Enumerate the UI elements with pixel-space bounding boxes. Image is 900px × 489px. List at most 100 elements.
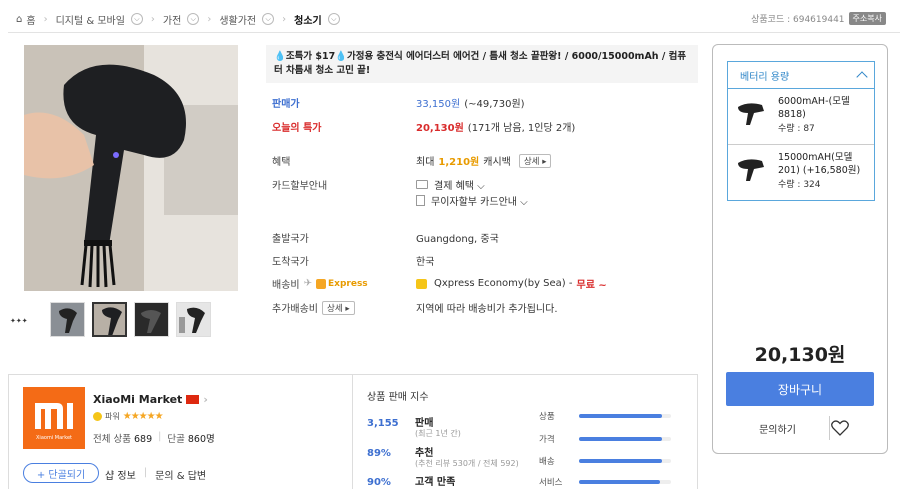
total-price: 20,130원	[754, 344, 846, 366]
qxpress-icon	[416, 278, 427, 289]
thumbnail-image[interactable]	[134, 302, 169, 337]
express-icon	[316, 278, 326, 289]
benefit: 최대 1,210원 캐시백 상세 ▸	[416, 153, 552, 168]
rating-stars-icon: ★★★★★	[122, 411, 164, 422]
thumbnail-logo[interactable]: ✦✦✦	[8, 302, 43, 337]
breadcrumb-home[interactable]: 홈	[26, 12, 35, 27]
breadcrumb-digital[interactable]: 디지털 & 모바일	[56, 12, 125, 27]
seller-grade: 파워 ★★★★★	[93, 411, 164, 422]
home-icon[interactable]: ⌂	[16, 14, 22, 25]
heart-icon[interactable]	[830, 416, 850, 440]
seller-links: 샵 정보 | 문의 & 답변	[105, 467, 206, 482]
sale-price-label: 판매가	[272, 99, 300, 110]
extra-shipping-detail-button[interactable]: 상세 ▸	[322, 300, 355, 315]
chevron-down-icon[interactable]: ⌵	[262, 13, 275, 25]
seller-logo-text: Xiaomi Market	[36, 435, 72, 441]
seller-name-row[interactable]: XiaoMi Market ›	[93, 393, 208, 406]
cashback-amount: 1,210원	[438, 157, 480, 168]
shipping-label: 배송비	[272, 280, 300, 291]
card-icon	[416, 180, 428, 189]
seller-stats: 전체 상품 689 | 단골 860명	[93, 431, 215, 445]
divider: |	[158, 431, 162, 442]
sale-price: 33,150원 (~49,730원)	[416, 95, 525, 110]
chevron-down-icon[interactable]: ⌵	[187, 13, 200, 25]
rating-bar-fill	[579, 480, 660, 484]
benefit-prefix: 최대	[416, 157, 435, 168]
rating-bar-3: 서비스	[539, 476, 671, 488]
destination-label: 도착국가	[272, 257, 309, 268]
total-products: 전체 상품 689	[93, 431, 152, 445]
regular-customers: 단골 860명	[167, 431, 214, 445]
breadcrumb-living[interactable]: 생활가전	[219, 12, 256, 27]
shipping-free: 무료 ~	[576, 280, 607, 291]
rating-bar-label: 서비스	[539, 478, 563, 488]
chevron-right-icon[interactable]: ›	[203, 393, 208, 406]
sale-price-alt: (~49,730원)	[464, 99, 525, 110]
rating-bar-2: 배송	[539, 455, 671, 467]
breadcrumb-appliance[interactable]: 가전	[163, 12, 181, 27]
divider: |	[143, 467, 148, 478]
product-option-image	[738, 103, 764, 125]
installment-card-text[interactable]: 무이자할부 카드안내 ⌵	[431, 193, 528, 208]
product-code-label: 상품코드 : 694619441	[751, 15, 845, 25]
recommend-sub: (추천 리뷰 530개 / 전체 592)	[415, 459, 519, 468]
recommend-index-row: 89% 추천 (추천 리뷰 530개 / 전체 592)	[367, 444, 519, 468]
benefit-detail-button[interactable]: 상세 ▸	[518, 153, 552, 168]
option-select-header[interactable]: 베터리 용량	[727, 61, 875, 89]
payment-benefit-text[interactable]: 결제 혜택 ⌵	[434, 177, 485, 192]
rating-bar-fill	[579, 437, 662, 441]
payment-benefit-link[interactable]: 결제 혜택 ⌵	[416, 177, 485, 192]
seller-name[interactable]: XiaoMi Market	[93, 393, 182, 406]
sale-price-value: 33,150원	[416, 99, 461, 110]
installment-card-link[interactable]: 무이자할부 카드안내 ⌵	[416, 193, 528, 208]
rating-bar-label: 배송	[539, 457, 555, 467]
copy-address-button[interactable]: 주소복사	[848, 12, 886, 25]
seller-box: Xiaomi Market XiaoMi Market › 파워 ★★★★★ 전…	[8, 374, 698, 489]
card-installment-label: 카드할부안내	[272, 181, 328, 192]
satisfaction-label: 고객 만족	[415, 477, 456, 488]
sales-count: 3,155	[367, 418, 399, 429]
inquiry-button[interactable]: 문의하기	[726, 416, 830, 440]
product-title: 💧조특가 $17💧가정용 충전식 에어더스터 에어건 / 틈새 청소 끝판왕! …	[266, 45, 698, 83]
follow-shop-button[interactable]: + 단골되기	[23, 463, 99, 483]
rating-bar-fill	[579, 414, 662, 418]
chevron-down-icon[interactable]: ⌵	[327, 13, 340, 25]
thumbnail-image[interactable]	[50, 302, 85, 337]
seller-divider	[352, 375, 353, 489]
qna-link[interactable]: 문의 & 답변	[155, 467, 206, 482]
benefit-suffix: 캐시백	[483, 157, 511, 168]
option-header-label: 베터리 용량	[740, 71, 790, 83]
chevron-up-icon[interactable]	[856, 71, 868, 83]
rating-bar-1: 가격	[539, 433, 671, 445]
chevron-down-icon[interactable]: ⌵	[130, 13, 143, 25]
add-to-cart-button[interactable]: 장바구니	[726, 372, 874, 406]
thumbnail-list: ✦✦✦	[8, 302, 211, 337]
express-text: Express	[328, 278, 368, 289]
destination-value: 한국	[416, 257, 435, 268]
total-products-value: 689	[134, 434, 153, 445]
rating-bar-track	[579, 459, 671, 463]
shop-info-link[interactable]: 샵 정보	[105, 467, 136, 482]
option-list: 6000mAH-(모델8818) 수량 : 87 15000mAH(모델201)…	[727, 89, 875, 201]
divider	[8, 32, 900, 33]
shipping-method: Qxpress Economy(by Sea) - 무료 ~	[416, 276, 607, 291]
breadcrumb-separator: ›	[282, 13, 287, 25]
product-main-image	[24, 45, 238, 291]
option-name: 15000mAH(모델201) (+16,580원)	[778, 152, 861, 176]
product-code: 상품코드 : 694619441 주소복사	[751, 12, 886, 25]
thumbnail-image-selected[interactable]	[92, 302, 127, 337]
option-item[interactable]: 6000mAH-(모델8818) 수량 : 87	[728, 89, 874, 145]
product-option-image	[738, 159, 764, 181]
rating-bar-track	[579, 437, 671, 441]
option-item[interactable]: 15000mAH(모델201) (+16,580원) 수량 : 324	[728, 145, 874, 201]
satisfaction-index-row: 90% 고객 만족	[367, 473, 455, 488]
thumbnail-image[interactable]	[176, 302, 211, 337]
seller-logo[interactable]: Xiaomi Market	[23, 387, 85, 449]
satisfaction-rate: 90%	[367, 477, 391, 488]
extra-shipping-label: 추가배송비	[272, 304, 318, 315]
extra-shipping-row: 추가배송비 상세 ▸	[272, 300, 355, 315]
today-note: (171개 남음, 1인당 2개)	[467, 123, 576, 134]
rating-bar-fill	[579, 459, 662, 463]
breadcrumb-vacuum[interactable]: 청소기	[294, 12, 322, 27]
origin-label: 출발국가	[272, 234, 309, 245]
